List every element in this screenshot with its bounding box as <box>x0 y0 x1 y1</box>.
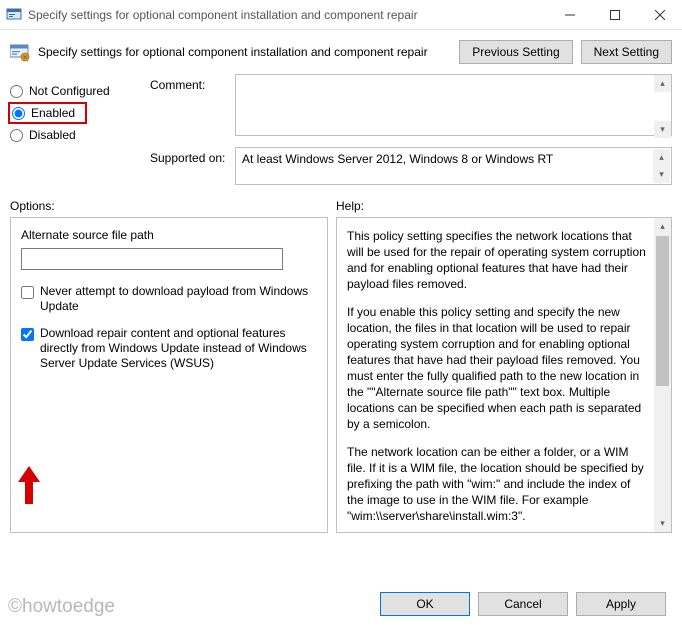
radio-enabled-input[interactable] <box>12 107 25 120</box>
help-panel: This policy setting specifies the networ… <box>336 217 672 533</box>
comment-scroll-up[interactable]: ▴ <box>654 75 671 92</box>
close-button[interactable] <box>637 0 682 30</box>
dialog-footer: ©howtoedge OK Cancel Apply <box>0 580 682 628</box>
header-title: Specify settings for optional component … <box>38 45 459 59</box>
supported-scroll-up[interactable]: ▴ <box>653 149 670 166</box>
help-scroll-thumb[interactable] <box>656 236 669 386</box>
window-title: Specify settings for optional component … <box>28 8 547 22</box>
cancel-button[interactable]: Cancel <box>478 592 568 616</box>
app-icon <box>6 7 22 23</box>
radio-not-configured-input[interactable] <box>10 85 23 98</box>
comment-label: Comment: <box>150 74 235 139</box>
radio-disabled[interactable]: Disabled <box>10 124 150 146</box>
supported-on-text: At least Windows Server 2012, Windows 8 … <box>242 152 553 166</box>
alt-source-input[interactable] <box>21 248 283 270</box>
next-setting-button[interactable]: Next Setting <box>581 40 672 64</box>
wsus-checkbox[interactable] <box>21 328 34 341</box>
help-text: This policy setting specifies the networ… <box>347 228 649 533</box>
supported-scroll-down[interactable]: ▾ <box>653 166 670 183</box>
policy-icon <box>10 42 30 62</box>
never-download-checkbox-row[interactable]: Never attempt to download payload from W… <box>21 284 317 314</box>
wsus-checkbox-row[interactable]: Download repair content and optional fea… <box>21 326 317 371</box>
maximize-button[interactable] <box>592 0 637 30</box>
help-scroll-up[interactable]: ▴ <box>654 218 671 235</box>
title-bar: Specify settings for optional component … <box>0 0 682 30</box>
help-scroll-down[interactable]: ▾ <box>654 515 671 532</box>
radio-enabled[interactable]: Enabled <box>12 106 75 120</box>
comment-textarea[interactable] <box>235 74 672 136</box>
config-section: Not Configured Enabled Disabled Comment:… <box>0 68 682 193</box>
wsus-label: Download repair content and optional fea… <box>40 326 317 371</box>
comment-scroll-down[interactable]: ▾ <box>654 121 671 138</box>
never-download-label: Never attempt to download payload from W… <box>40 284 317 314</box>
enabled-highlight: Enabled <box>8 102 87 124</box>
options-label: Options: <box>10 199 336 213</box>
apply-button[interactable]: Apply <box>576 592 666 616</box>
never-download-checkbox[interactable] <box>21 286 34 299</box>
radio-disabled-input[interactable] <box>10 129 23 142</box>
supported-label: Supported on: <box>150 147 235 185</box>
help-p2: If you enable this policy setting and sp… <box>347 304 649 432</box>
watermark: ©howtoedge <box>8 596 115 618</box>
options-panel: Alternate source file path Never attempt… <box>10 217 328 533</box>
radio-not-configured[interactable]: Not Configured <box>10 80 150 102</box>
state-radio-group: Not Configured Enabled Disabled <box>10 74 150 193</box>
help-p1: This policy setting specifies the networ… <box>347 228 649 292</box>
ok-button[interactable]: OK <box>380 592 470 616</box>
header: Specify settings for optional component … <box>0 30 682 68</box>
comment-scroll: ▴ ▾ <box>654 75 671 138</box>
help-scrollbar[interactable]: ▴ ▾ <box>654 218 671 532</box>
radio-not-configured-label: Not Configured <box>29 84 110 98</box>
minimize-button[interactable] <box>547 0 592 30</box>
radio-enabled-label: Enabled <box>31 106 75 120</box>
previous-setting-button[interactable]: Previous Setting <box>459 40 572 64</box>
help-label: Help: <box>336 199 672 213</box>
supported-on-box: At least Windows Server 2012, Windows 8 … <box>235 147 672 185</box>
radio-disabled-label: Disabled <box>29 128 76 142</box>
alt-source-label: Alternate source file path <box>21 228 317 242</box>
help-p3: The network location can be either a fol… <box>347 444 649 524</box>
